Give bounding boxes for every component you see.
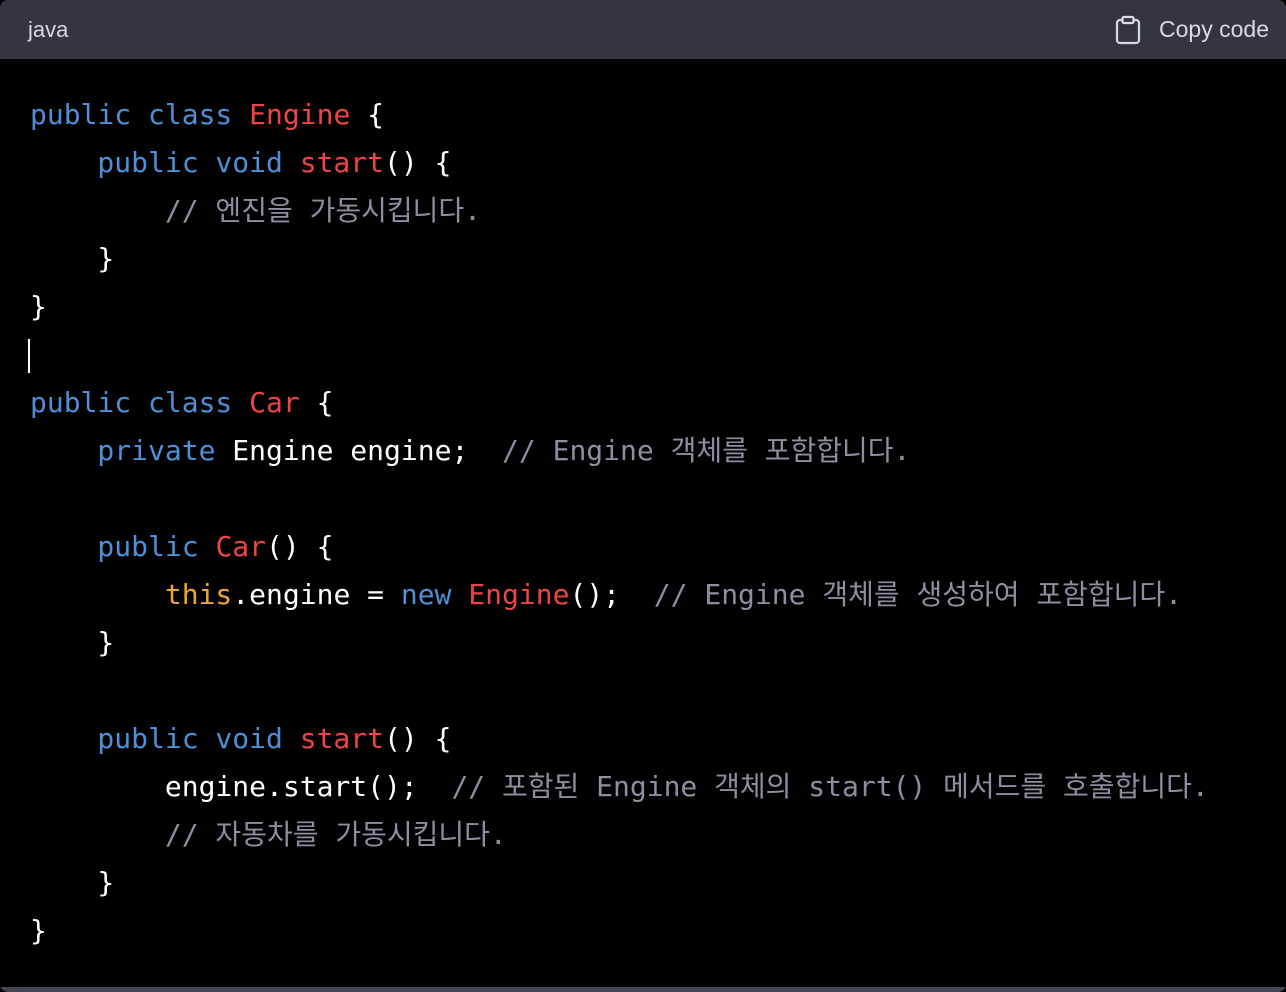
copy-code-button[interactable]: Copy code bbox=[1115, 15, 1269, 45]
code-line: } bbox=[30, 914, 47, 947]
code-block: java Copy code public class Engine { pub… bbox=[0, 0, 1286, 992]
code-line: private Engine engine; // Engine 객체를 포함합… bbox=[30, 434, 911, 467]
code-line: engine.start(); // 포함된 Engine 객체의 start(… bbox=[30, 770, 1209, 803]
code-line: } bbox=[30, 866, 115, 899]
language-label: java bbox=[28, 16, 69, 42]
code-line: // 자동차를 가동시킵니다. bbox=[30, 818, 507, 851]
code-line bbox=[28, 331, 1209, 379]
code-line: } bbox=[30, 626, 115, 659]
code-content[interactable]: public class Engine { public void start(… bbox=[28, 91, 1209, 955]
code-line: // 엔진을 가동시킵니다. bbox=[30, 194, 481, 227]
copy-code-label: Copy code bbox=[1159, 16, 1269, 42]
code-line: this.engine = new Engine(); // Engine 객체… bbox=[164, 578, 1183, 611]
text-cursor bbox=[28, 339, 30, 373]
code-line: public void start() { bbox=[30, 722, 452, 755]
code-line: public class Engine { bbox=[30, 98, 385, 131]
bottom-border bbox=[0, 987, 1286, 992]
code-line: public void start() { bbox=[30, 146, 452, 179]
code-line: public Car() { bbox=[30, 530, 334, 563]
code-line: public class Car { bbox=[30, 386, 334, 419]
code-line: } bbox=[30, 290, 47, 323]
code-header: java Copy code bbox=[0, 0, 1286, 59]
code-line: } bbox=[30, 242, 115, 275]
clipboard-icon bbox=[1115, 15, 1141, 44]
